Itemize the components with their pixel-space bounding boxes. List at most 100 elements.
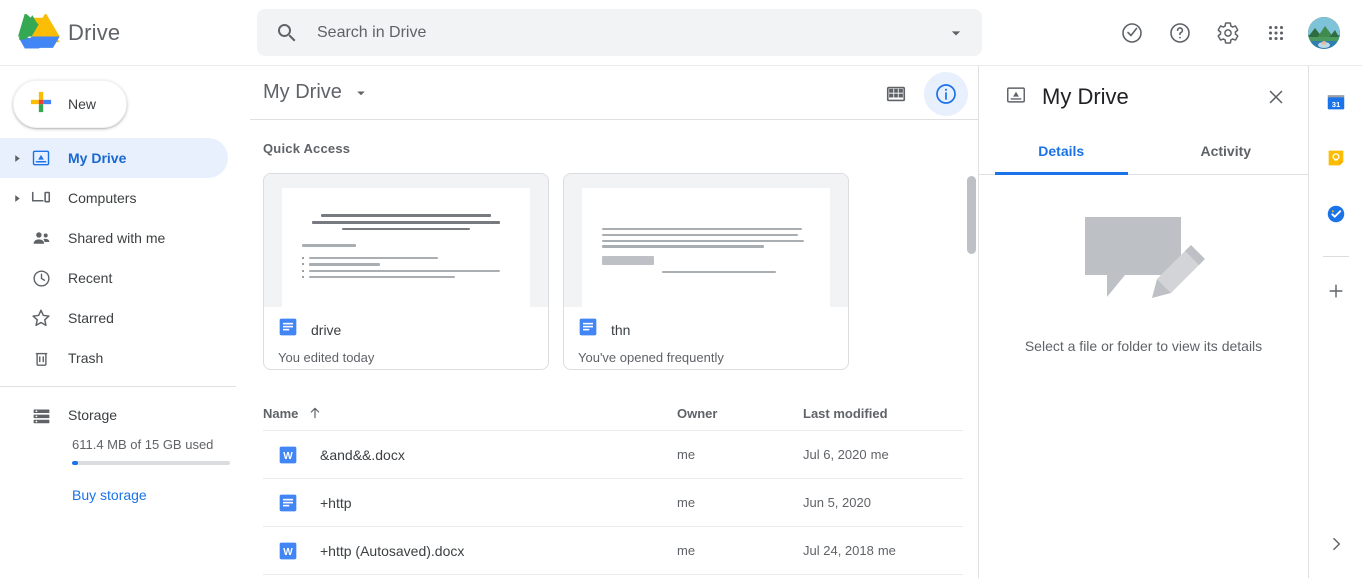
account-avatar[interactable] [1302,11,1346,55]
sidebar-item-starred[interactable]: Starred [0,298,228,338]
details-empty-text: Select a file or folder to view its deta… [1024,338,1263,354]
quick-access-meta: drive You edited today [264,307,548,369]
expand-triangle-icon[interactable] [6,154,28,163]
file-owner: me [677,495,696,510]
file-list: Name Owner Last modified W &and&&.docx m… [263,396,963,577]
sidebar-item-my-drive[interactable]: My Drive [0,138,228,178]
search-input[interactable] [299,23,944,42]
quick-access-thumbnail [264,174,548,307]
top-bar: Drive [0,0,1362,66]
column-header-name[interactable]: Name [263,405,677,421]
quick-access-grid: drive You edited today thn You've opened… [263,173,978,370]
sidebar-item-shared-with-me[interactable]: Shared with me [0,218,228,258]
file-name-cell: W +http (Autosaved).docx [263,541,677,561]
my-drive-icon [1005,84,1027,111]
storage-label: Storage [68,407,118,423]
breadcrumb[interactable]: My Drive [263,81,342,104]
sidebar-item-label: Computers [68,190,137,206]
left-sidebar: New My Drive Computers Shared with me Re… [0,66,250,578]
google-keep-icon[interactable] [1316,138,1356,178]
main-content: My Drive Quick Access drive You edited t… [250,66,978,578]
quick-access-meta: thn You've opened frequently [564,307,848,369]
buy-storage-link[interactable]: Buy storage [0,487,147,503]
tab-details[interactable]: Details [979,128,1144,175]
sidebar-item-label: Starred [68,310,114,326]
thumbnail-button-chip [602,255,654,265]
google-docs-icon [278,317,298,342]
table-row-partial[interactable] [263,574,963,577]
file-modified-date: Jul 6, 2020 [803,447,867,462]
view-controls [874,72,968,116]
sidebar-item-label: Recent [68,270,113,286]
details-panel: My Drive Details Activity Select a file … [978,66,1308,578]
rail-divider [1322,256,1349,257]
document-preview [582,188,830,307]
add-app-plus-icon[interactable] [1316,271,1356,311]
content-scrollbar-thumb[interactable] [967,176,976,254]
sidebar-item-computers[interactable]: Computers [0,178,228,218]
file-name-cell: +http [263,493,677,513]
expand-triangle-icon[interactable] [6,194,28,203]
sidebar-item-label: Shared with me [68,230,166,246]
details-info-circle-icon[interactable] [924,72,968,116]
file-last-modified: Jul 24, 2018 me [803,543,963,558]
tab-activity[interactable]: Activity [1144,128,1309,174]
avatar-image [1308,16,1340,49]
content-scrollbar[interactable] [967,176,976,577]
google-apps-grid-icon[interactable] [1254,11,1298,55]
sidebar-item-trash[interactable]: Trash [0,338,228,378]
table-row[interactable]: W &and&&.docx me Jul 6, 2020 me [263,430,963,478]
top-bar-actions [1110,11,1362,55]
column-header-name-label: Name [263,405,299,421]
quick-access-title: Quick Access [263,141,351,156]
brand-area[interactable]: Drive [0,12,250,52]
help-question-circle-icon[interactable] [1158,11,1202,55]
expand-rail-chevron-right-icon[interactable] [1316,524,1356,564]
details-panel-header: My Drive [979,66,1308,128]
support-check-circle-icon[interactable] [1110,11,1154,55]
sidebar-item-storage[interactable]: Storage [0,395,250,435]
file-name-cell: W &and&&.docx [263,445,677,465]
file-modified-by: me [870,447,889,462]
search-box[interactable] [257,9,982,56]
quick-access-card[interactable]: thn You've opened frequently [563,173,849,370]
quick-access-card[interactable]: drive You edited today [263,173,549,370]
word-doc-icon: W [278,541,298,561]
storage-usage-text: 611.4 MB of 15 GB used [72,437,214,452]
computers-icon [28,187,54,209]
column-header-owner[interactable]: Owner [677,406,803,421]
table-row[interactable]: +http me Jun 5, 2020 [263,478,963,526]
grid-view-icon[interactable] [874,72,918,116]
close-icon[interactable] [1256,77,1296,117]
search-options-chevron-down-icon[interactable] [944,21,968,45]
file-name: +http (Autosaved).docx [320,542,465,559]
settings-gear-icon[interactable] [1206,11,1250,55]
google-calendar-icon[interactable]: 31 [1316,82,1356,122]
file-modified-by: me [877,543,896,558]
storage-progress-bar [72,461,230,465]
sidebar-item-recent[interactable]: Recent [0,258,228,298]
comment-pencil-illustration-icon [1079,211,1209,312]
quick-access-file-subtitle: You edited today [278,350,375,365]
google-tasks-icon[interactable] [1316,194,1356,234]
star-icon [28,307,54,329]
my-drive-icon [28,148,54,168]
sort-ascending-arrow-icon[interactable] [307,405,323,421]
table-row[interactable]: W +http (Autosaved).docx me Jul 24, 2018… [263,526,963,574]
file-last-modified: Jun 5, 2020 [803,495,963,510]
new-button[interactable]: New [13,80,127,128]
content-scroll-area: Quick Access drive You edited today thn … [250,120,978,577]
file-owner: me [677,447,696,462]
file-name: +http [320,494,352,511]
side-app-rail: 31 [1308,66,1362,578]
details-empty-state: Select a file or folder to view its deta… [979,175,1308,354]
trash-icon [28,348,54,369]
drive-app-window: Drive Search in Drive New My Drive Compu… [0,0,1362,578]
word-doc-icon: W [278,445,298,465]
breadcrumb-chevron-down-icon[interactable] [352,84,370,102]
quick-access-thumbnail [564,174,848,307]
shared-people-icon [28,228,54,249]
sidebar-item-label: Trash [68,350,104,366]
sidebar-item-label: My Drive [68,150,127,166]
column-header-last-modified[interactable]: Last modified [803,406,963,421]
